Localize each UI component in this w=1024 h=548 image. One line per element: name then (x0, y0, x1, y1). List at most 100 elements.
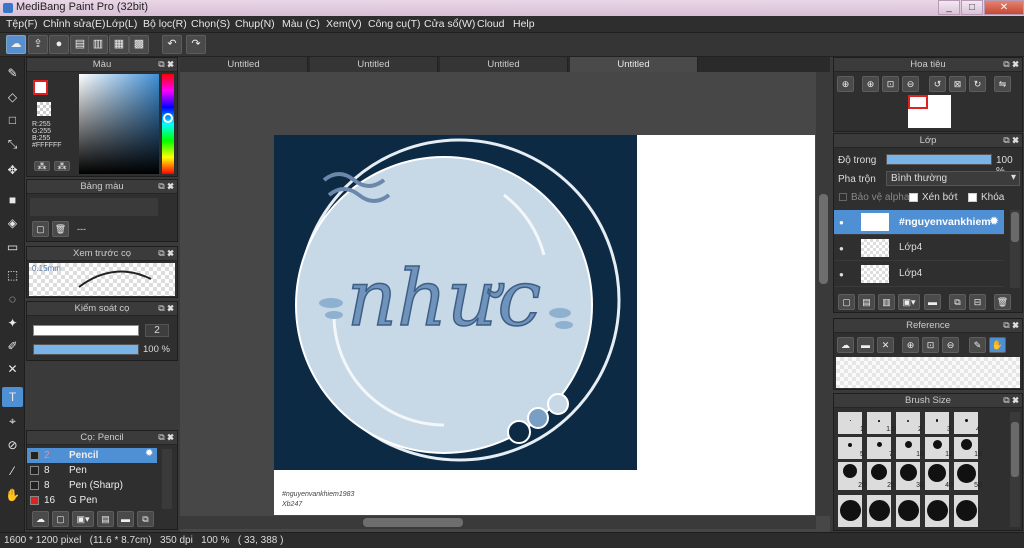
panel-controls[interactable]: ⧉ ✖ (158, 180, 174, 193)
cloud-icon[interactable]: ☁ (837, 337, 854, 353)
eraser-tool-icon[interactable]: ◇ (2, 87, 23, 107)
delete-palette-icon[interactable]: 🗑 (52, 221, 69, 237)
layer-row[interactable]: ● #nguyenvankhiem ✹ (834, 210, 1004, 235)
comment-icon[interactable]: ● (49, 35, 69, 54)
reference-image-area[interactable] (836, 357, 1020, 388)
swap-color-icon[interactable]: ⁂ (34, 161, 50, 171)
folder-icon[interactable]: ▬ (117, 511, 134, 527)
bucket-tool-icon[interactable]: ◈ (2, 213, 23, 233)
zoom-in-icon[interactable]: ⊕ (902, 337, 919, 353)
brush-size-cell[interactable]: 40 (925, 462, 953, 490)
menu-filter[interactable]: Bộ lọc(R) (143, 18, 187, 30)
blend-mode-select[interactable]: Bình thường ▾ (886, 171, 1020, 186)
panel-controls[interactable]: ⧉ ✖ (1003, 58, 1019, 71)
delete-brush-icon[interactable]: ▤ (97, 511, 114, 527)
brush-size-cell[interactable]: 12 (925, 437, 953, 459)
new-halftone-layer-icon[interactable]: ▤ (858, 294, 875, 310)
tab-untitled-2[interactable]: Untitled (310, 57, 438, 72)
layer-row[interactable]: ● Lớp4 (834, 236, 1004, 261)
navigator-viewport[interactable] (908, 95, 928, 109)
panel-controls[interactable]: ⧉ ✖ (158, 431, 174, 444)
tab-untitled-4[interactable]: Untitled (570, 57, 698, 72)
select-eraser-icon[interactable]: ✕ (2, 359, 23, 379)
share-icon[interactable]: ⇪ (28, 35, 48, 54)
brush-size-cell[interactable]: 15 (954, 437, 982, 459)
alpha-checkbox[interactable] (839, 193, 847, 201)
zoom-out-icon[interactable]: ⊖ (942, 337, 959, 353)
color-picker-area[interactable] (79, 74, 159, 174)
delete-layer-icon[interactable]: 🗑 (994, 294, 1011, 310)
horizontal-scrollbar[interactable] (180, 516, 816, 529)
hue-handle[interactable] (163, 113, 173, 123)
eye-icon[interactable]: ● (839, 218, 844, 227)
magic-wand-icon[interactable]: ✦ (2, 313, 23, 333)
brush-tool-icon[interactable]: ✎ (2, 63, 23, 83)
brush-size-cell[interactable]: 20 (838, 462, 866, 490)
select-rect-icon[interactable]: ⬚ (2, 265, 23, 285)
undo-icon[interactable]: ↶ (162, 35, 182, 54)
menu-color[interactable]: Màu (C) (282, 18, 320, 30)
operation-tool-icon[interactable]: ⌖ (2, 411, 23, 431)
brush-size-value[interactable]: 2 (145, 324, 169, 337)
redo-icon[interactable]: ↷ (186, 35, 206, 54)
horizontal-scroll-thumb[interactable] (363, 518, 463, 527)
hand-icon[interactable]: ✋ (2, 485, 23, 505)
panel-controls[interactable]: ⧉ ✖ (1003, 319, 1019, 332)
rotate-left-icon[interactable]: ↺ (929, 76, 946, 92)
brush-size-cell[interactable]: 10 (896, 437, 924, 459)
panel-controls[interactable]: ⧉ ✖ (158, 58, 174, 71)
rotate-right-icon[interactable]: ↻ (969, 76, 986, 92)
tab-untitled-1[interactable]: Untitled (180, 57, 308, 72)
menu-layer[interactable]: Lớp(L) (106, 18, 137, 30)
brush-item[interactable]: 2 Pencil ✹ (27, 448, 157, 463)
dropper-icon[interactable]: ⁄ (2, 461, 23, 481)
fill-rect-tool-icon[interactable]: ■ (2, 190, 23, 210)
add-layer-icon[interactable]: ▣▾ (898, 294, 920, 310)
brush-opacity-slider[interactable] (33, 344, 139, 355)
brush-size-scrollbar[interactable] (1010, 412, 1020, 527)
minimize-button[interactable]: _ (938, 0, 960, 15)
new-layer-icon[interactable]: ▢ (838, 294, 855, 310)
panel-controls[interactable]: ⧉ ✖ (158, 247, 174, 260)
brush-list-scrollbar[interactable] (162, 449, 172, 509)
menu-cloud[interactable]: Cloud (477, 18, 504, 30)
cloud-brush-icon[interactable]: ☁ (32, 511, 49, 527)
merge-layer-icon[interactable]: ⊟ (969, 294, 986, 310)
copy-brush-icon[interactable]: ⧉ (137, 511, 154, 527)
tab-untitled-3[interactable]: Untitled (440, 57, 568, 72)
panel-icon[interactable]: ▦ (109, 35, 129, 54)
new-palette-icon[interactable]: ▢ (32, 221, 49, 237)
menu-edit[interactable]: Chỉnh sửa(E) (43, 18, 105, 30)
menu-capture[interactable]: Chụp(N) (235, 18, 275, 30)
brush-size-cell[interactable]: 25 (867, 462, 895, 490)
brush-size-cell[interactable]: 7 (867, 437, 893, 459)
background-color[interactable] (37, 102, 51, 116)
brush-size-cell[interactable]: 5 (838, 437, 864, 459)
brush-size-cell[interactable] (896, 495, 920, 527)
dot-tool-icon[interactable]: ⤡ (2, 134, 23, 154)
panel-controls[interactable]: ⧉ ✖ (1003, 134, 1019, 147)
hand-icon[interactable]: ✋ (989, 337, 1006, 353)
eyedropper-icon[interactable]: ✎ (969, 337, 986, 353)
foreground-color[interactable] (33, 80, 48, 95)
menu-tools[interactable]: Công cụ(T) (368, 18, 421, 30)
reset-rotation-icon[interactable]: ⊠ (949, 76, 966, 92)
brush-size-cell[interactable]: 4 (954, 412, 980, 434)
brush-size-cell[interactable] (925, 495, 949, 527)
panel-controls[interactable]: ⧉ ✖ (158, 302, 174, 315)
text-tool-icon[interactable]: T (2, 387, 23, 407)
brush-size-scroll-thumb[interactable] (1011, 422, 1019, 477)
vertical-scrollbar[interactable] (816, 72, 830, 516)
brush-size-slider[interactable] (33, 325, 139, 336)
gear-icon[interactable]: ✹ (145, 448, 153, 459)
vertical-scroll-thumb[interactable] (819, 194, 828, 284)
eye-icon[interactable]: ● (839, 244, 844, 253)
flip-icon[interactable]: ⇋ (994, 76, 1011, 92)
lasso-icon[interactable]: ◌ (2, 289, 23, 309)
close-button[interactable]: ✕ (984, 0, 1024, 15)
menu-view[interactable]: Xem(V) (326, 18, 362, 30)
book-icon[interactable]: ▥ (88, 35, 108, 54)
hue-slider[interactable] (162, 74, 174, 174)
grid-icon[interactable]: ▩ (129, 35, 149, 54)
brush-size-cell[interactable]: 3 (925, 412, 951, 434)
